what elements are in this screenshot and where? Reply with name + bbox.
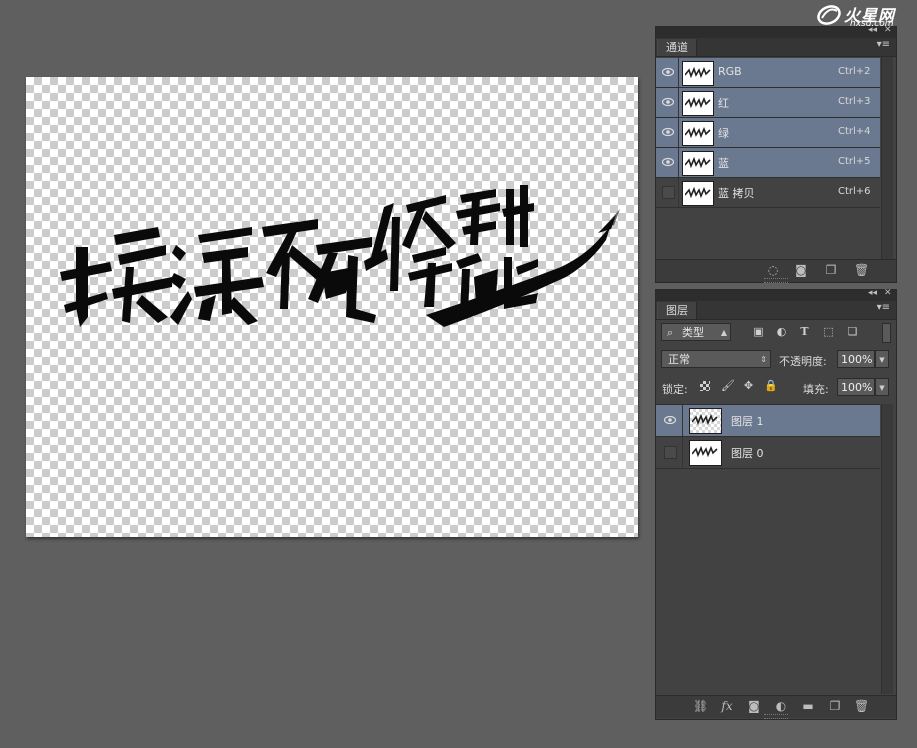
filter-label: 类型 xyxy=(682,326,704,339)
lock-label: 锁定: xyxy=(662,383,688,396)
eye-icon[interactable] xyxy=(662,66,674,78)
channel-shortcut: Ctrl+4 xyxy=(838,126,871,137)
lock-all-icon[interactable]: 🔒 xyxy=(764,379,778,392)
channel-row-blue-copy[interactable]: 蓝 拷贝 Ctrl+6 xyxy=(656,178,880,208)
layer-name: 图层 0 xyxy=(731,447,764,460)
channel-row-blue[interactable]: 蓝 Ctrl+5 xyxy=(656,148,880,178)
layer-filter-dropdown[interactable]: ⌕ 类型 ▲ xyxy=(661,323,731,341)
visibility-toggle[interactable] xyxy=(664,446,677,459)
row-divider xyxy=(678,178,679,207)
channel-thumbnail xyxy=(682,61,714,86)
close-panel-icon[interactable]: ✕ xyxy=(884,288,892,298)
load-selection-icon[interactable]: ◌ xyxy=(766,263,780,277)
fx-icon[interactable]: fx xyxy=(720,699,734,713)
save-selection-icon[interactable]: ◙ xyxy=(794,263,808,277)
blend-mode-dropdown[interactable]: 正常 ⇕ xyxy=(661,350,771,368)
channel-name: 蓝 拷贝 xyxy=(718,187,755,200)
channel-list: RGB Ctrl+2 红 Ctrl+3 绿 Ctrl+4 蓝 Ctrl+5 蓝 … xyxy=(656,58,880,258)
adjustment-icon[interactable]: ◐ xyxy=(774,699,788,713)
lock-image-icon[interactable]: 🖌 xyxy=(721,379,735,392)
group-folder-icon[interactable]: ▬ xyxy=(801,699,815,713)
row-divider xyxy=(678,58,679,87)
channel-name: 绿 xyxy=(718,127,729,140)
row-divider xyxy=(678,148,679,177)
channel-row-red[interactable]: 红 Ctrl+3 xyxy=(656,88,880,118)
layer-row-1[interactable]: 图层 1 xyxy=(656,405,880,437)
collapse-panel-icon[interactable]: ◂◂ xyxy=(868,288,877,298)
fill-label: 填充: xyxy=(803,383,829,396)
smart-object-filter-icon[interactable]: ❏ xyxy=(846,326,859,338)
type-filter-icon[interactable]: T xyxy=(798,326,811,338)
channel-thumbnail xyxy=(682,151,714,176)
channel-name: 蓝 xyxy=(718,157,729,170)
eye-icon[interactable] xyxy=(662,96,674,108)
channel-name: RGB xyxy=(718,65,742,78)
blend-mode-value: 正常 xyxy=(668,353,690,366)
opacity-input[interactable]: 100% xyxy=(837,350,875,368)
visibility-toggle[interactable] xyxy=(662,186,675,199)
channel-thumbnail xyxy=(682,91,714,116)
layers-panel-header: ◂◂ ✕ xyxy=(656,288,896,301)
resize-grip[interactable] xyxy=(764,714,788,719)
panel-menu-icon[interactable]: ▾≡ xyxy=(877,302,890,313)
channel-row-rgb[interactable]: RGB Ctrl+2 xyxy=(656,58,880,88)
chevron-updown-icon: ▲ xyxy=(720,328,727,337)
channel-thumbnail xyxy=(682,121,714,146)
new-channel-icon[interactable]: ❐ xyxy=(824,263,838,277)
row-divider xyxy=(682,405,683,436)
channel-shortcut: Ctrl+2 xyxy=(838,66,871,77)
adjustment-filter-icon[interactable]: ◐ xyxy=(775,326,788,338)
image-filter-icon[interactable]: ▣ xyxy=(752,326,765,338)
tab-layers[interactable]: 图层 xyxy=(657,302,697,319)
lock-position-icon[interactable]: ✥ xyxy=(742,379,755,392)
channel-row-green[interactable]: 绿 Ctrl+4 xyxy=(656,118,880,148)
calligraphy-artwork xyxy=(60,185,620,327)
layers-scrollbar[interactable] xyxy=(881,404,893,694)
channel-name: 红 xyxy=(718,97,729,110)
delete-icon[interactable]: 🗑 xyxy=(854,263,869,277)
panel-menu-icon[interactable]: ▾≡ xyxy=(877,39,890,50)
layers-panel: ◂◂ ✕ 图层 ▾≡ ⌕ 类型 ▲ ▣ ◐ T ⬚ ❏ 正常 ⇕ 不透明度: 1… xyxy=(655,288,897,720)
channels-scrollbar[interactable] xyxy=(881,57,893,259)
shape-filter-icon[interactable]: ⬚ xyxy=(822,326,835,338)
channels-tab-row: 通道 ▾≡ xyxy=(656,38,896,57)
watermark-logo-icon xyxy=(817,5,841,25)
channel-thumbnail xyxy=(682,181,714,206)
channels-panel-header: ◂◂ ✕ xyxy=(656,25,896,38)
new-layer-icon[interactable]: ❐ xyxy=(828,699,842,713)
layer-thumbnail xyxy=(689,440,722,466)
search-icon: ⌕ xyxy=(667,326,674,339)
layer-row-0[interactable]: 图层 0 xyxy=(656,437,880,469)
eye-icon[interactable] xyxy=(662,126,674,138)
tab-channels[interactable]: 通道 xyxy=(657,39,697,56)
layer-name: 图层 1 xyxy=(731,415,764,428)
opacity-label: 不透明度: xyxy=(779,355,827,368)
eye-icon[interactable] xyxy=(664,414,676,426)
row-divider xyxy=(678,118,679,147)
fill-slider-button[interactable]: ▼ xyxy=(875,378,889,396)
channel-shortcut: Ctrl+6 xyxy=(838,186,871,197)
document-canvas[interactable] xyxy=(26,77,638,537)
layer-list: 图层 1 图层 0 xyxy=(656,404,880,695)
filter-toggle[interactable] xyxy=(882,323,891,343)
mask-icon[interactable]: ◙ xyxy=(747,699,761,713)
channels-panel: ◂◂ ✕ 通道 ▾≡ RGB Ctrl+2 红 Ctrl+3 绿 Ctrl+4 xyxy=(655,25,897,283)
close-panel-icon[interactable]: ✕ xyxy=(884,25,892,35)
layers-tab-row: 图层 ▾≡ xyxy=(656,301,896,320)
row-divider xyxy=(682,437,683,468)
eye-icon[interactable] xyxy=(662,156,674,168)
fill-input[interactable]: 100% xyxy=(837,378,875,396)
link-icon[interactable]: ⛓ xyxy=(693,699,708,713)
collapse-panel-icon[interactable]: ◂◂ xyxy=(868,25,877,35)
row-divider xyxy=(678,88,679,117)
channel-shortcut: Ctrl+5 xyxy=(838,156,871,167)
layer-thumbnail xyxy=(689,408,722,434)
chevron-updown-icon: ⇕ xyxy=(760,355,767,364)
lock-transparent-icon[interactable] xyxy=(700,381,710,391)
resize-grip[interactable] xyxy=(764,278,788,283)
opacity-slider-button[interactable]: ▼ xyxy=(875,350,889,368)
channel-shortcut: Ctrl+3 xyxy=(838,96,871,107)
delete-icon[interactable]: 🗑 xyxy=(854,699,869,713)
